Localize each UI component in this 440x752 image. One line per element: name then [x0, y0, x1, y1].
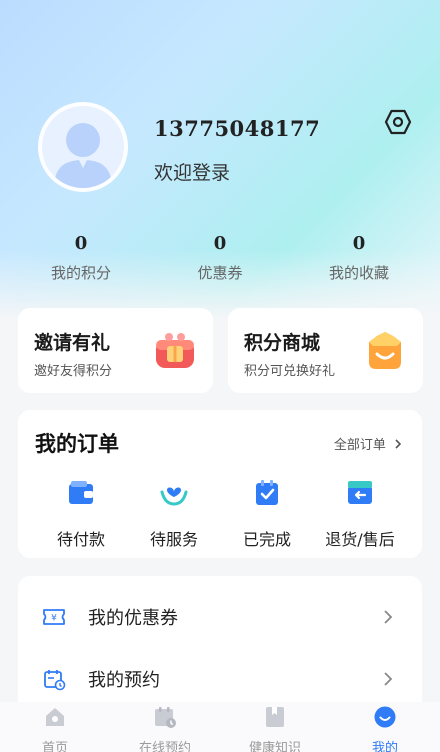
tab-mine[interactable]: 我的	[330, 702, 440, 752]
wallet-icon	[69, 481, 93, 504]
invite-title: 邀请有礼	[34, 332, 111, 354]
home-icon	[46, 708, 64, 726]
stat-points-label: 我的积分	[50, 264, 111, 282]
chevron-right-icon	[384, 610, 393, 624]
tab-home-label: 首页	[41, 741, 68, 752]
order-completed[interactable]: 已完成	[221, 478, 313, 550]
order-pending-service[interactable]: 待服务	[128, 478, 220, 550]
avatar[interactable]	[38, 102, 128, 192]
menu-card: ¥ 我的优惠券 我的预约	[18, 576, 422, 716]
gift-icon	[156, 333, 194, 368]
svg-text:¥: ¥	[51, 614, 57, 624]
all-orders-label: 全部订单	[333, 438, 386, 453]
order-pending-payment-label: 待付款	[56, 530, 105, 549]
menu-my-coupons-label: 我的优惠券	[88, 608, 178, 629]
user-phone: 13775048177	[154, 116, 321, 141]
order-pending-service-label: 待服务	[149, 530, 198, 549]
settings-button[interactable]	[384, 108, 412, 136]
orders-card: 我的订单 全部订单 待付款 待服务 已完成 退货/售后	[18, 410, 422, 558]
all-orders-link[interactable]: 全部订单	[334, 434, 402, 453]
invite-card[interactable]: 邀请有礼 邀好友得积分	[18, 308, 213, 393]
menu-my-coupons[interactable]: ¥ 我的优惠券	[18, 586, 422, 648]
order-pending-payment[interactable]: 待付款	[35, 478, 127, 550]
stats-row: 0 我的积分 0 优惠券 0 我的收藏	[0, 230, 440, 290]
appointment-icon	[155, 707, 176, 728]
tab-appointment[interactable]: 在线预约	[110, 702, 220, 752]
stat-favorites-value: 0	[352, 233, 366, 254]
tab-health-knowledge[interactable]: 健康知识	[220, 702, 330, 752]
stat-coupons-value: 0	[213, 233, 227, 254]
service-heart-icon	[160, 487, 188, 506]
stat-favorites[interactable]: 0 我的收藏	[286, 230, 432, 283]
tab-appointment-label: 在线预约	[138, 741, 191, 752]
bottom-tab-bar: 首页 在线预约 健康知识 我的	[0, 702, 440, 752]
stat-points-value: 0	[74, 233, 88, 254]
profile-smile-icon	[374, 706, 396, 728]
crown-smile-icon	[369, 332, 401, 369]
tab-mine-label: 我的	[371, 741, 398, 752]
invite-subtitle: 邀好友得积分	[34, 364, 113, 379]
menu-my-appointments[interactable]: 我的预约	[18, 648, 422, 710]
completed-check-icon	[256, 480, 278, 505]
stat-points[interactable]: 0 我的积分	[8, 230, 154, 283]
profile-section: 13775048177 欢迎登录	[38, 102, 418, 192]
order-returns-label: 退货/售后	[325, 530, 395, 549]
default-avatar-icon	[54, 123, 112, 188]
stat-favorites-label: 我的收藏	[328, 264, 389, 282]
coupon-icon: ¥	[43, 609, 65, 625]
orders-title: 我的订单	[35, 432, 119, 456]
tab-home[interactable]: 首页	[0, 702, 110, 752]
tab-health-knowledge-label: 健康知识	[248, 741, 301, 752]
chevron-right-icon	[395, 439, 402, 449]
menu-my-appointments-label: 我的预约	[88, 670, 160, 691]
settings-hexagon-icon	[384, 109, 412, 135]
points-mall-subtitle: 积分可兑换好礼	[244, 364, 336, 379]
order-completed-label: 已完成	[242, 530, 291, 549]
welcome-login-link[interactable]: 欢迎登录	[154, 158, 230, 185]
order-returns[interactable]: 退货/售后	[314, 478, 406, 550]
stat-coupons-label: 优惠券	[197, 264, 243, 282]
points-mall-title: 积分商城	[244, 332, 321, 354]
book-icon	[266, 707, 284, 727]
stat-coupons[interactable]: 0 优惠券	[147, 230, 293, 283]
calendar-icon	[44, 670, 66, 691]
points-mall-card[interactable]: 积分商城 积分可兑换好礼	[228, 308, 423, 393]
chevron-right-icon	[384, 672, 393, 686]
return-icon	[348, 481, 372, 504]
